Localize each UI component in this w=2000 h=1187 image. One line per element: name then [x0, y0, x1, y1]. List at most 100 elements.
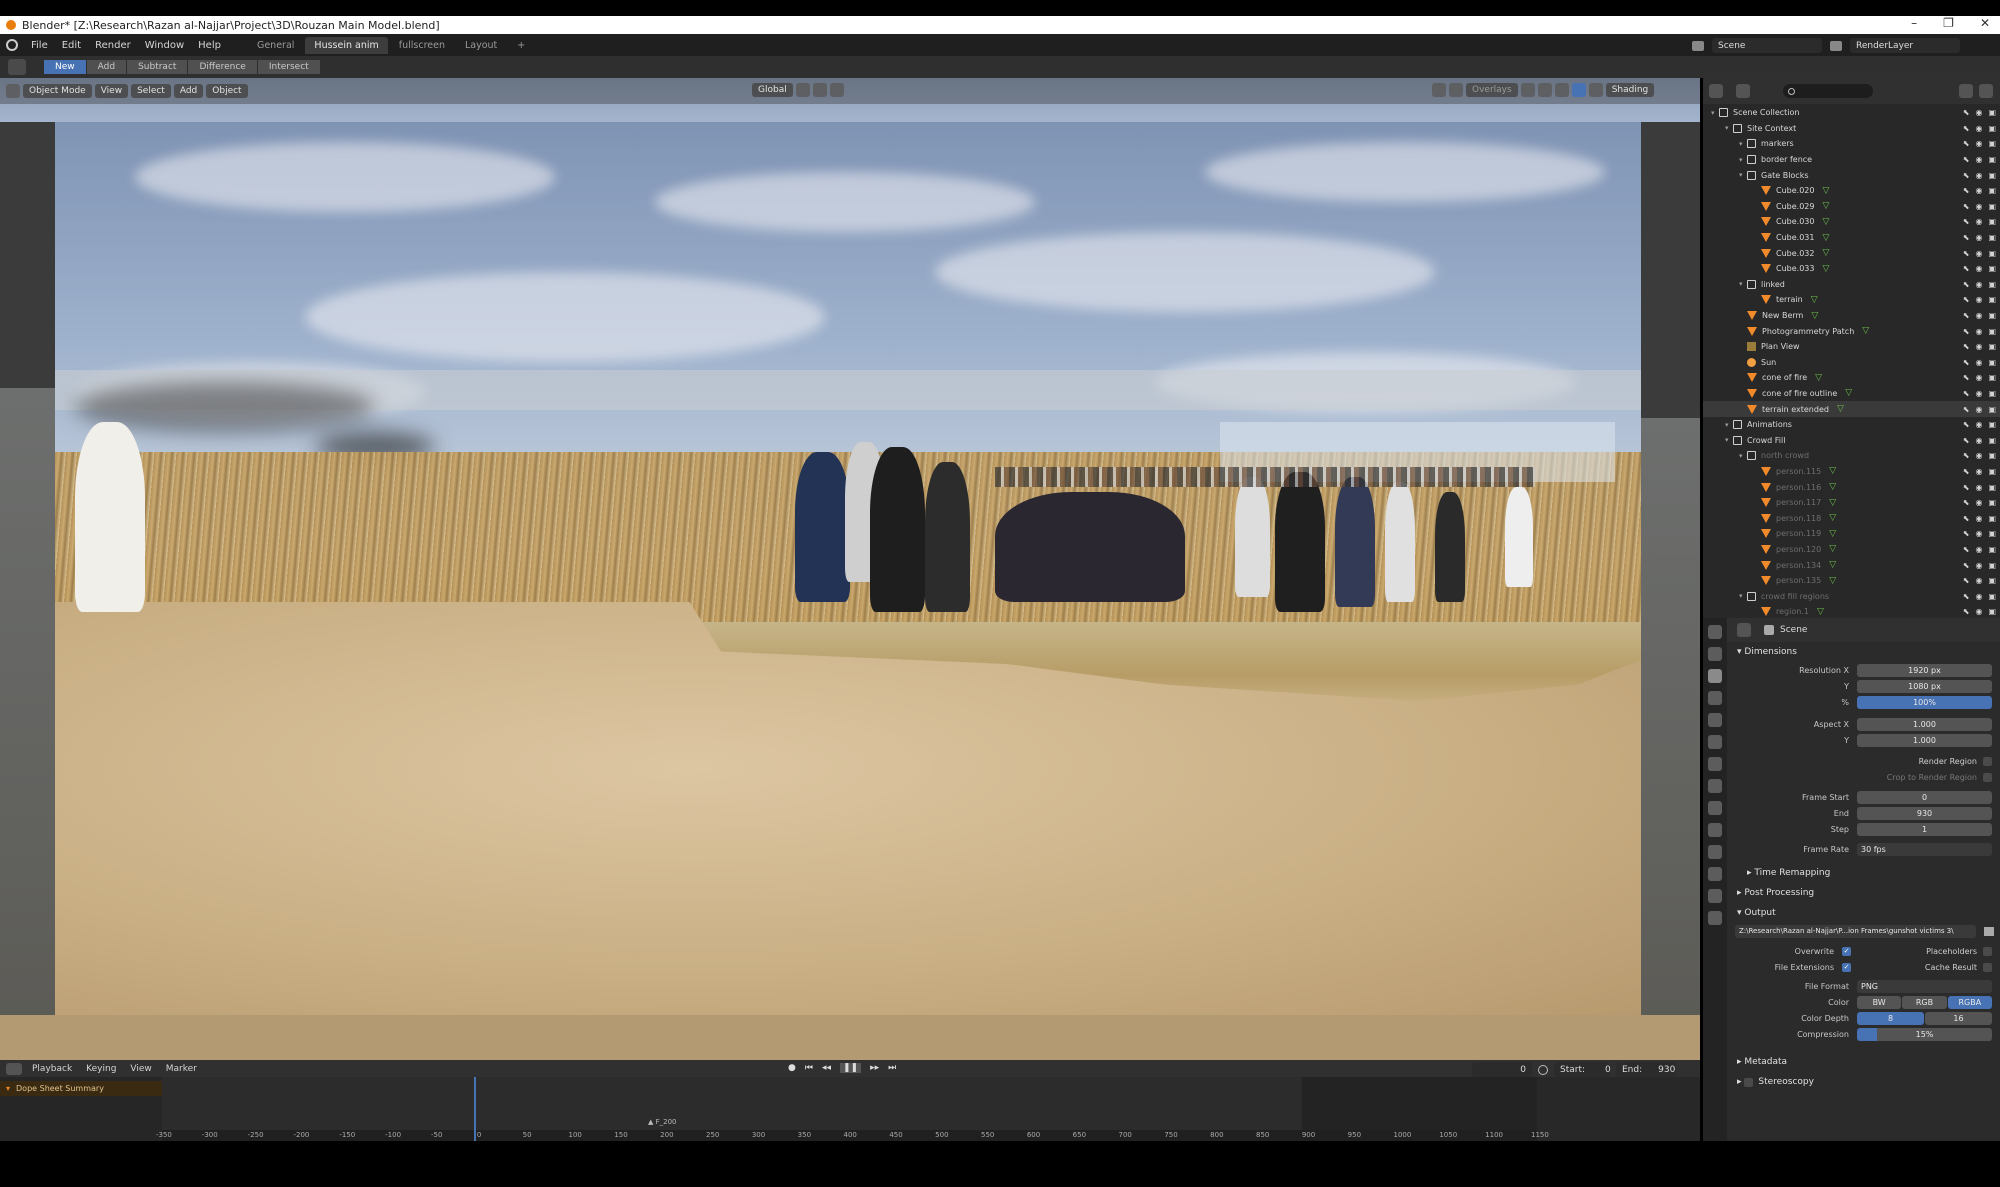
render-camera-icon[interactable]: ▣: [1988, 186, 1996, 195]
mesh-data-icon[interactable]: ▽: [1822, 248, 1829, 258]
visibility-toggles[interactable]: ⬉ ◉ ▣: [1963, 607, 1996, 616]
visibility-toggles[interactable]: ⬉ ◉ ▣: [1963, 467, 1996, 476]
outliner-row[interactable]: Cube.029 ▽ ⬉ ◉ ▣: [1703, 199, 2000, 215]
selectable-icon[interactable]: ⬉: [1963, 186, 1970, 195]
eye-icon[interactable]: ◉: [1975, 186, 1982, 195]
rendered-shading-icon[interactable]: [1588, 83, 1603, 97]
mode-subtract-button[interactable]: Subtract: [127, 60, 188, 74]
visibility-toggles[interactable]: ⬉ ◉ ▣: [1963, 217, 1996, 226]
scene-selector[interactable]: Scene: [1712, 38, 1822, 53]
visibility-toggles[interactable]: ⬉ ◉ ▣: [1963, 295, 1996, 304]
visibility-toggles[interactable]: ⬉ ◉ ▣: [1963, 389, 1996, 398]
eye-icon[interactable]: ◉: [1975, 529, 1982, 538]
render-camera-icon[interactable]: ▣: [1988, 545, 1996, 554]
overwrite-checkbox[interactable]: ✓: [1842, 946, 1851, 956]
end-frame-field[interactable]: End: 930: [1616, 1062, 1676, 1077]
selectable-icon[interactable]: ⬉: [1963, 342, 1970, 351]
render-camera-icon[interactable]: ▣: [1988, 249, 1996, 258]
solid-shading-icon[interactable]: [1554, 83, 1569, 97]
mesh-data-icon[interactable]: ▽: [1862, 326, 1869, 336]
menu-keying[interactable]: Keying: [86, 1064, 116, 1074]
render-camera-icon[interactable]: ▣: [1988, 342, 1996, 351]
eye-icon[interactable]: ◉: [1975, 467, 1982, 476]
timeline-marker[interactable]: ▲ F_200: [648, 1118, 677, 1126]
eye-icon[interactable]: ◉: [1975, 171, 1982, 180]
render-camera-icon[interactable]: ▣: [1988, 483, 1996, 492]
render-camera-icon[interactable]: ▣: [1988, 108, 1996, 117]
tab-hussein-anim[interactable]: Hussein anim: [305, 36, 388, 54]
render-camera-icon[interactable]: ▣: [1988, 405, 1996, 414]
expand-triangle-icon[interactable]: ▾: [1739, 171, 1747, 179]
selectable-icon[interactable]: ⬉: [1963, 358, 1970, 367]
outliner-row[interactable]: ▾ linked ⬉ ◉ ▣: [1703, 277, 2000, 293]
render-camera-icon[interactable]: ▣: [1988, 124, 1996, 133]
file-format-dropdown[interactable]: PNG: [1857, 979, 1992, 993]
selectable-icon[interactable]: ⬉: [1963, 451, 1970, 460]
menu-playback[interactable]: Playback: [32, 1064, 72, 1074]
mesh-data-icon[interactable]: ▽: [1829, 466, 1836, 476]
transform-orientation-dropdown[interactable]: Global: [752, 83, 793, 97]
display-mode-icon[interactable]: [1736, 84, 1750, 98]
selectable-icon[interactable]: ⬉: [1963, 467, 1970, 476]
outliner-search-input[interactable]: [1783, 84, 1873, 98]
filter-icon[interactable]: [1959, 84, 1973, 98]
visibility-toggles[interactable]: ⬉ ◉ ▣: [1963, 249, 1996, 258]
visibility-toggles[interactable]: ⬉ ◉ ▣: [1963, 311, 1996, 320]
color-bw-button[interactable]: BW: [1857, 995, 1902, 1009]
outliner-row[interactable]: New Berm ▽ ⬉ ◉ ▣: [1703, 308, 2000, 324]
crop-region-checkbox[interactable]: [1983, 772, 1992, 782]
eye-icon[interactable]: ◉: [1975, 295, 1982, 304]
eye-icon[interactable]: ◉: [1975, 561, 1982, 570]
eye-icon[interactable]: ◉: [1975, 155, 1982, 164]
constraints-tab-icon[interactable]: [1708, 845, 1722, 859]
minimize-button[interactable]: –: [1911, 16, 1917, 34]
mesh-data-icon[interactable]: ▽: [1829, 576, 1836, 586]
outliner-row[interactable]: person.120 ▽ ⬉ ◉ ▣: [1703, 542, 2000, 558]
render-camera-icon[interactable]: ▣: [1988, 498, 1996, 507]
mesh-data-icon[interactable]: ▽: [1822, 201, 1829, 211]
visibility-toggles[interactable]: ⬉ ◉ ▣: [1963, 186, 1996, 195]
aspect-x-field[interactable]: 1.000: [1857, 717, 1992, 731]
outliner-row[interactable]: ▾ Gate Blocks ⬉ ◉ ▣: [1703, 167, 2000, 183]
selectable-icon[interactable]: ⬉: [1963, 217, 1970, 226]
mesh-data-icon[interactable]: ▽: [1817, 607, 1824, 617]
visibility-toggles[interactable]: ⬉ ◉ ▣: [1963, 592, 1996, 601]
visibility-toggles[interactable]: ⬉ ◉ ▣: [1963, 576, 1996, 585]
render-camera-icon[interactable]: ▣: [1988, 561, 1996, 570]
eye-icon[interactable]: ◉: [1975, 373, 1982, 382]
viewport-visibility-icon[interactable]: [1432, 83, 1446, 97]
eye-icon[interactable]: ◉: [1975, 249, 1982, 258]
mesh-data-icon[interactable]: ▽: [1829, 560, 1836, 570]
selectable-icon[interactable]: ⬉: [1963, 139, 1970, 148]
outliner-row[interactable]: Cube.031 ▽ ⬉ ◉ ▣: [1703, 230, 2000, 246]
world-tab-icon[interactable]: [1708, 735, 1722, 749]
render-camera-icon[interactable]: ▣: [1988, 607, 1996, 616]
selectable-icon[interactable]: ⬉: [1963, 327, 1970, 336]
3d-viewport[interactable]: Object Mode View Select Add Object Globa…: [0, 78, 1700, 1060]
render-camera-icon[interactable]: ▣: [1988, 514, 1996, 523]
select-box-tool-icon[interactable]: [8, 59, 26, 75]
file-extensions-checkbox[interactable]: ✓: [1842, 962, 1851, 972]
color-rgba-button[interactable]: RGBA: [1947, 995, 1992, 1009]
tab-layout[interactable]: Layout: [456, 37, 506, 54]
visibility-toggles[interactable]: ⬉ ◉ ▣: [1963, 436, 1996, 445]
dope-sheet-summary-row[interactable]: ▾ Dope Sheet Summary: [0, 1081, 162, 1096]
mesh-data-icon[interactable]: ▽: [1811, 311, 1818, 321]
editor-type-icon[interactable]: [6, 84, 20, 98]
start-frame-field[interactable]: Start: 0: [1554, 1062, 1611, 1077]
eye-icon[interactable]: ◉: [1975, 358, 1982, 367]
eye-icon[interactable]: ◉: [1975, 327, 1982, 336]
render-camera-icon[interactable]: ▣: [1988, 358, 1996, 367]
pivot-point-icon[interactable]: [795, 83, 810, 97]
editor-type-icon[interactable]: [6, 1062, 22, 1075]
menu-window[interactable]: Window: [145, 40, 184, 51]
eye-icon[interactable]: ◉: [1975, 545, 1982, 554]
eye-icon[interactable]: ◉: [1975, 405, 1982, 414]
visibility-toggles[interactable]: ⬉ ◉ ▣: [1963, 202, 1996, 211]
outliner-row[interactable]: person.118 ▽ ⬉ ◉ ▣: [1703, 510, 2000, 526]
current-frame-field[interactable]: 0: [1472, 1062, 1532, 1077]
aspect-y-field[interactable]: 1.000: [1857, 733, 1992, 747]
object-mode-dropdown[interactable]: Object Mode: [23, 84, 92, 98]
shading-dropdown[interactable]: Shading: [1605, 83, 1655, 97]
mesh-data-icon[interactable]: ▽: [1829, 529, 1836, 539]
